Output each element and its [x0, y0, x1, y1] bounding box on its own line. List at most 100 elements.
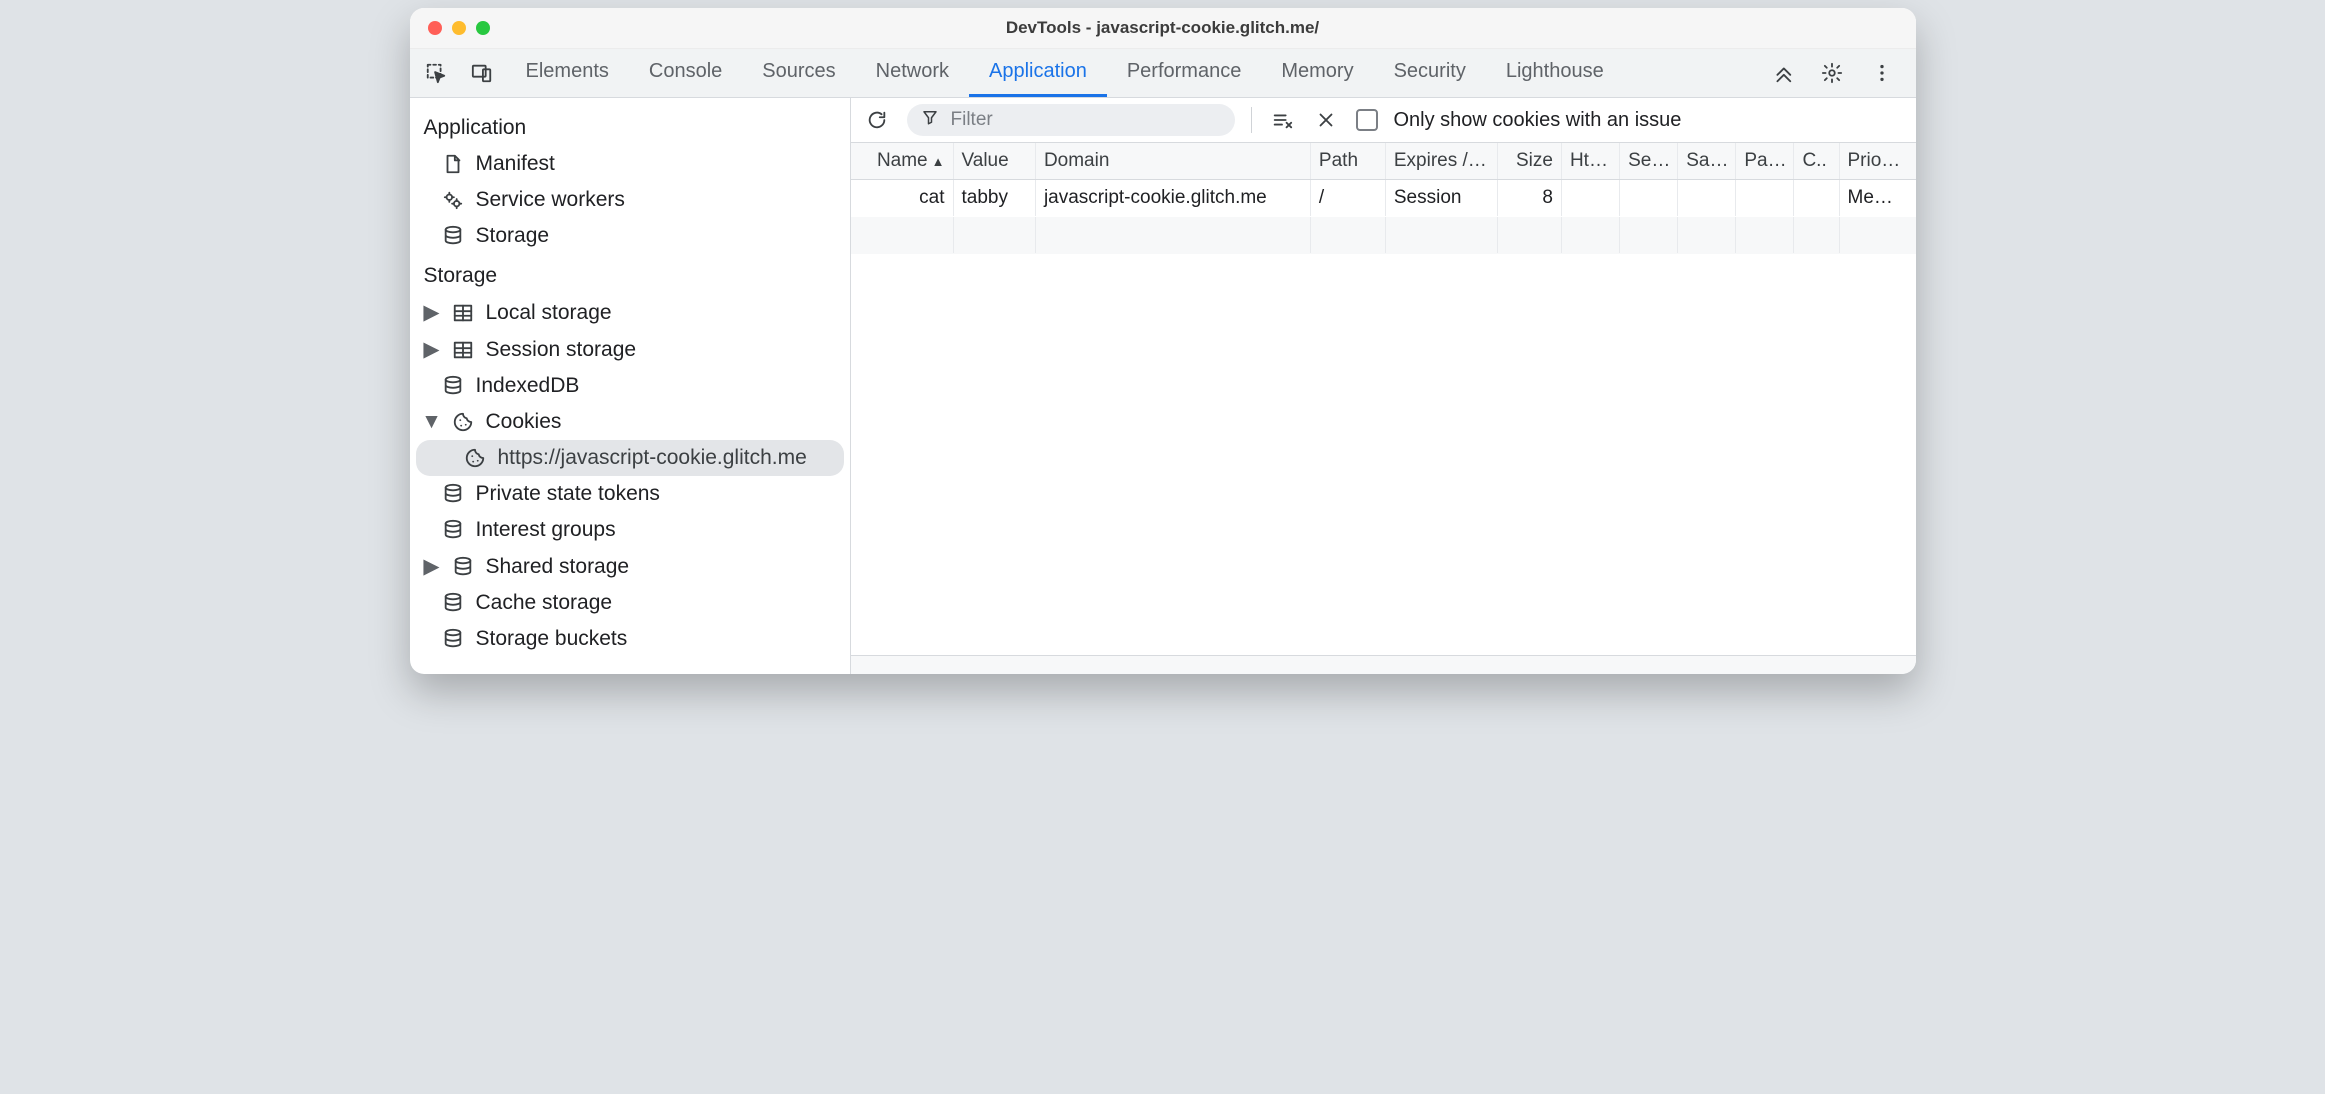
sidebar-section-storage: Storage: [410, 254, 850, 294]
sidebar-item-label: Cookies: [486, 410, 562, 434]
cell-name: cat: [851, 180, 954, 216]
table-footer: [851, 655, 1916, 674]
cell-domain: javascript-cookie.glitch.me: [1036, 180, 1311, 216]
col-partition[interactable]: Pa…: [1736, 143, 1794, 179]
sidebar-item-cache-storage[interactable]: Cache storage: [410, 585, 850, 621]
gears-icon: [442, 189, 464, 211]
only-issues-label: Only show cookies with an issue: [1394, 109, 1682, 132]
col-samesite[interactable]: Sa…: [1678, 143, 1736, 179]
database-icon: [442, 375, 464, 397]
cookies-toolbar: Only show cookies with an issue: [851, 98, 1916, 143]
sidebar-item-storage-overview[interactable]: Storage: [410, 218, 850, 254]
sidebar-item-label: https://javascript-cookie.glitch.me: [498, 446, 807, 470]
sidebar-section-application: Application: [410, 106, 850, 146]
tab-console[interactable]: Console: [629, 49, 742, 97]
divider: [1251, 107, 1252, 133]
more-tabs-icon[interactable]: [1768, 59, 1796, 87]
table-icon: [452, 339, 474, 361]
sidebar-item-cookies[interactable]: ▼ Cookies: [410, 404, 850, 440]
tabbar-right-icons: [1764, 49, 1908, 97]
sidebar-item-label: Shared storage: [486, 555, 630, 579]
sidebar-item-storage-buckets[interactable]: Storage buckets: [410, 621, 850, 657]
database-icon: [442, 225, 464, 247]
cookies-table: Name▲ Value Domain Path Expires /… Size …: [851, 143, 1916, 674]
sidebar-item-label: Interest groups: [476, 518, 616, 542]
sidebar-item-cookie-origin[interactable]: https://javascript-cookie.glitch.me: [416, 440, 844, 476]
sidebar-item-indexeddb[interactable]: IndexedDB: [410, 368, 850, 404]
chevron-right-icon: ▶: [424, 300, 440, 325]
tab-network[interactable]: Network: [856, 49, 969, 97]
filter-input[interactable]: [949, 108, 1221, 132]
database-icon: [442, 628, 464, 650]
sidebar-item-label: Local storage: [486, 301, 612, 325]
cell-cross: [1794, 180, 1839, 216]
filter-field[interactable]: [907, 104, 1235, 136]
col-expires[interactable]: Expires /…: [1386, 143, 1498, 179]
tab-performance[interactable]: Performance: [1107, 49, 1262, 97]
tabbar: Elements Console Sources Network Applica…: [410, 49, 1916, 98]
col-value[interactable]: Value: [954, 143, 1036, 179]
sidebar-item-interest-groups[interactable]: Interest groups: [410, 512, 850, 548]
table-row[interactable]: cat tabby javascript-cookie.glitch.me / …: [851, 180, 1916, 217]
tab-lighthouse[interactable]: Lighthouse: [1486, 49, 1624, 97]
database-icon: [442, 592, 464, 614]
col-priority[interactable]: Prio…: [1840, 143, 1916, 179]
chevron-right-icon: ▶: [424, 337, 440, 362]
sidebar-item-local-storage[interactable]: ▶ Local storage: [410, 294, 850, 331]
tab-elements[interactable]: Elements: [506, 49, 629, 97]
col-size[interactable]: Size: [1498, 143, 1562, 179]
tab-security[interactable]: Security: [1374, 49, 1486, 97]
settings-gear-icon[interactable]: [1818, 59, 1846, 87]
only-issues-checkbox[interactable]: [1356, 109, 1378, 131]
application-sidebar: Application Manifest Service workers Sto…: [410, 98, 851, 674]
sidebar-item-label: Manifest: [476, 152, 555, 176]
cell-priority: Me…: [1840, 180, 1916, 216]
database-icon: [442, 519, 464, 541]
kebab-menu-icon[interactable]: [1868, 59, 1896, 87]
table-header: Name▲ Value Domain Path Expires /… Size …: [851, 143, 1916, 180]
col-secure[interactable]: Se…: [1620, 143, 1678, 179]
refresh-button[interactable]: [863, 106, 891, 134]
tab-application[interactable]: Application: [969, 49, 1107, 97]
minimize-window-button[interactable]: [452, 21, 466, 35]
panel-tabs: Elements Console Sources Network Applica…: [506, 49, 1764, 97]
sidebar-item-label: Cache storage: [476, 591, 613, 615]
cell-httponly: [1562, 180, 1620, 216]
sort-asc-icon: ▲: [932, 154, 945, 169]
col-httponly[interactable]: Ht…: [1562, 143, 1620, 179]
cell-expires: Session: [1386, 180, 1498, 216]
sidebar-item-label: Service workers: [476, 188, 625, 212]
cell-samesite: [1678, 180, 1736, 216]
titlebar: DevTools - javascript-cookie.glitch.me/: [410, 8, 1916, 49]
col-cross[interactable]: C..: [1794, 143, 1839, 179]
cell-value: tabby: [954, 180, 1036, 216]
filter-icon: [921, 108, 939, 132]
tab-sources[interactable]: Sources: [742, 49, 855, 97]
database-icon: [442, 483, 464, 505]
sidebar-item-shared-storage[interactable]: ▶ Shared storage: [410, 548, 850, 585]
close-window-button[interactable]: [428, 21, 442, 35]
device-toggle-icon[interactable]: [468, 59, 496, 87]
col-domain[interactable]: Domain: [1036, 143, 1311, 179]
chevron-down-icon: ▼: [424, 410, 440, 434]
cell-partition: [1736, 180, 1794, 216]
cell-secure: [1620, 180, 1678, 216]
zoom-window-button[interactable]: [476, 21, 490, 35]
sidebar-item-session-storage[interactable]: ▶ Session storage: [410, 331, 850, 368]
file-icon: [442, 153, 464, 175]
cookies-panel: Only show cookies with an issue Name▲ Va…: [851, 98, 1916, 674]
sidebar-item-manifest[interactable]: Manifest: [410, 146, 850, 182]
sidebar-item-service-workers[interactable]: Service workers: [410, 182, 850, 218]
sidebar-item-label: Storage: [476, 224, 550, 248]
inspect-element-icon[interactable]: [422, 59, 450, 87]
col-name[interactable]: Name▲: [851, 143, 954, 179]
table-icon: [452, 302, 474, 324]
tab-memory[interactable]: Memory: [1261, 49, 1373, 97]
cell-size: 8: [1498, 180, 1562, 216]
col-path[interactable]: Path: [1311, 143, 1386, 179]
delete-selected-button[interactable]: [1312, 106, 1340, 134]
table-row-empty[interactable]: [851, 217, 1916, 254]
clear-all-button[interactable]: [1268, 106, 1296, 134]
sidebar-item-private-state-tokens[interactable]: Private state tokens: [410, 476, 850, 512]
sidebar-item-label: Storage buckets: [476, 627, 628, 651]
